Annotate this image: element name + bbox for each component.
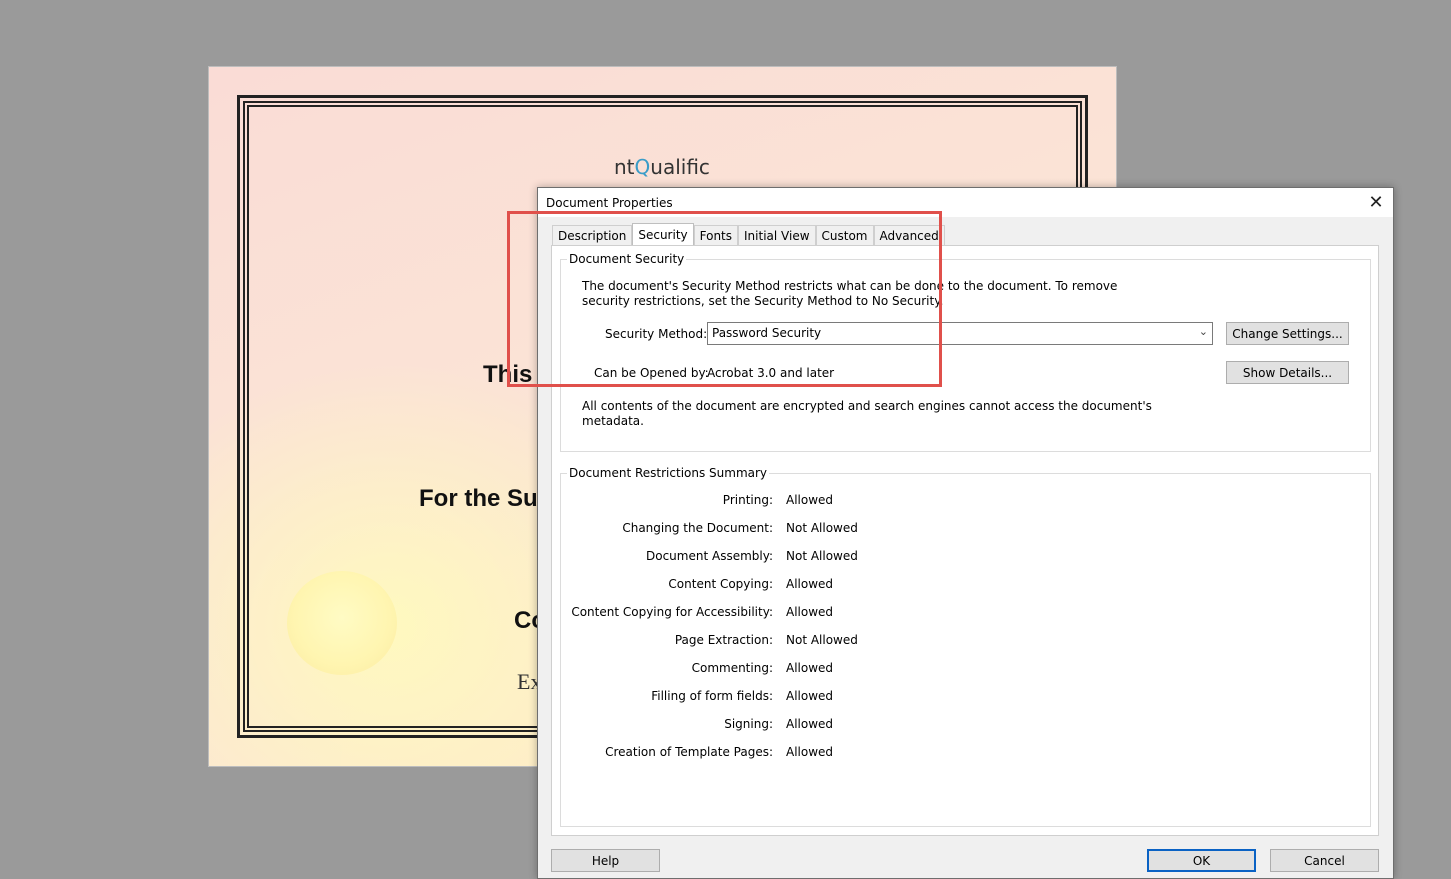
- tab-advanced[interactable]: Advanced: [873, 225, 945, 246]
- logo-text-q: Q: [634, 155, 651, 179]
- encrypted-line1: All contents of the document are encrypt…: [582, 399, 1152, 413]
- restriction-value: Allowed: [786, 717, 834, 731]
- security-intro-line2: security restrictions, set the Security …: [582, 294, 944, 308]
- restrictions-summary-title: Document Restrictions Summary: [567, 466, 770, 480]
- restriction-label: Content Copying for Accessibility:: [571, 605, 773, 619]
- cancel-button[interactable]: Cancel: [1270, 849, 1379, 872]
- encrypted-line2: metadata.: [582, 414, 644, 428]
- security-method-label: Security Method:: [605, 327, 708, 341]
- close-icon[interactable]: ✕: [1365, 192, 1387, 214]
- chevron-down-icon: ⌄: [1198, 325, 1208, 338]
- restriction-value: Allowed: [786, 493, 834, 507]
- help-button[interactable]: Help: [551, 849, 660, 872]
- restriction-value: Allowed: [786, 745, 834, 759]
- certificate-subheading: For the Su: [419, 485, 538, 512]
- restriction-value: Not Allowed: [786, 633, 858, 647]
- opened-by-label: Can be Opened by:: [594, 366, 709, 380]
- tab-initial-view[interactable]: Initial View: [738, 225, 816, 246]
- restriction-label: Page Extraction:: [674, 633, 773, 647]
- dialog-title: Document Properties: [546, 196, 673, 210]
- tab-custom[interactable]: Custom: [815, 225, 874, 246]
- security-method-select[interactable]: Password Security ⌄: [707, 322, 1213, 345]
- sun-graphic: [287, 571, 397, 675]
- logo-text-rest: ualific: [650, 155, 710, 179]
- logo-text: nt: [614, 155, 635, 179]
- tab-strip: Description Security Fonts Initial View …: [552, 223, 945, 246]
- ok-button[interactable]: OK: [1147, 849, 1256, 872]
- restriction-label: Signing:: [724, 717, 773, 731]
- restriction-value: Allowed: [786, 605, 834, 619]
- show-details-button[interactable]: Show Details...: [1226, 361, 1349, 384]
- restriction-label: Document Assembly:: [646, 549, 773, 563]
- restriction-label: Content Copying:: [668, 577, 773, 591]
- tab-description[interactable]: Description: [552, 225, 633, 246]
- restriction-value: Allowed: [786, 689, 834, 703]
- opened-by-value: Acrobat 3.0 and later: [707, 366, 835, 380]
- restriction-label: Printing:: [722, 493, 773, 507]
- tab-fonts[interactable]: Fonts: [693, 225, 739, 246]
- certificate-heading: This: [483, 361, 533, 388]
- document-properties-dialog: Document Properties ✕ Description Securi…: [537, 187, 1394, 879]
- restrictions-summary-group: Document Restrictions Summary Printing: …: [560, 466, 1371, 827]
- restriction-value: Not Allowed: [786, 521, 858, 535]
- restriction-value: Not Allowed: [786, 549, 858, 563]
- restriction-value: Allowed: [786, 661, 834, 675]
- dialog-titlebar[interactable]: Document Properties ✕: [538, 188, 1393, 217]
- security-method-value: Password Security: [712, 326, 822, 340]
- restriction-label: Commenting:: [691, 661, 773, 675]
- restriction-label: Changing the Document:: [622, 521, 773, 535]
- change-settings-button[interactable]: Change Settings...: [1226, 322, 1349, 345]
- security-intro-line1: The document's Security Method restricts…: [582, 279, 1118, 293]
- document-security-title: Document Security: [567, 252, 687, 266]
- tab-security[interactable]: Security: [632, 223, 694, 246]
- document-security-group: Document Security The document's Securit…: [560, 252, 1371, 452]
- restriction-label: Creation of Template Pages:: [605, 745, 773, 759]
- restriction-value: Allowed: [786, 577, 834, 591]
- security-tab-panel: Document Security The document's Securit…: [551, 245, 1379, 836]
- restriction-label: Filling of form fields:: [651, 689, 773, 703]
